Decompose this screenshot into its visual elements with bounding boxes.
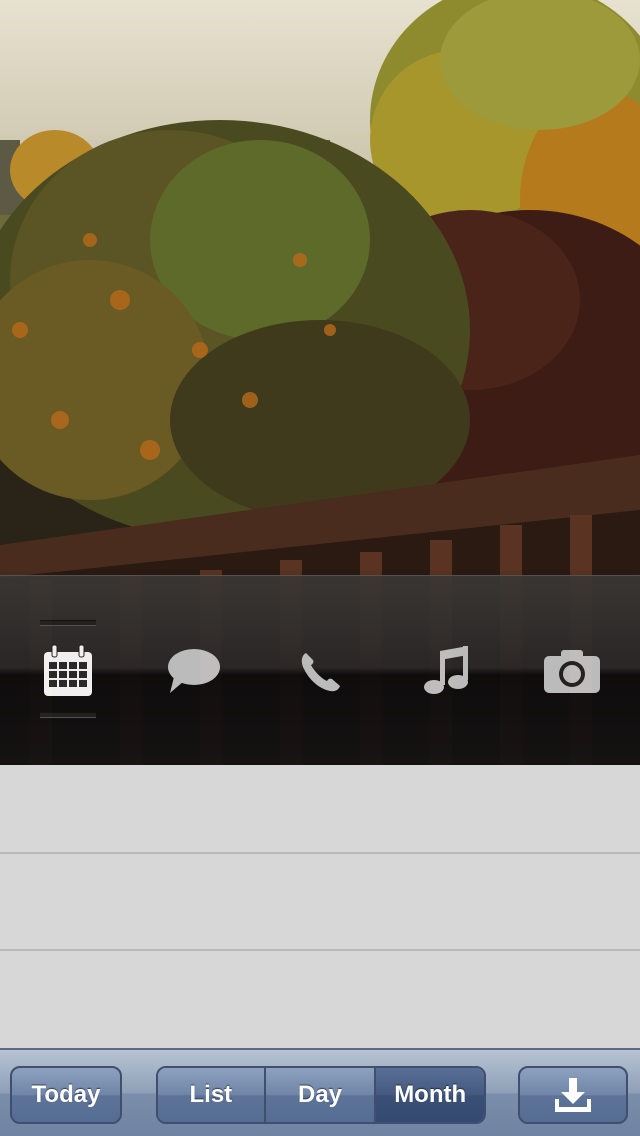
music-app-button[interactable] xyxy=(391,606,501,736)
download-icon xyxy=(555,1078,591,1112)
row-divider xyxy=(0,852,640,854)
segment-list[interactable]: List xyxy=(158,1068,266,1122)
app-switcher-tray xyxy=(0,575,640,766)
row-divider xyxy=(0,949,640,951)
speech-bubble-icon xyxy=(168,649,220,693)
messages-app-button[interactable] xyxy=(139,606,249,736)
event-list[interactable] xyxy=(0,765,640,1048)
today-button[interactable]: Today xyxy=(10,1066,122,1124)
bottom-toolbar: Today List Day Month xyxy=(0,1048,640,1136)
calendar-app-button[interactable] xyxy=(13,606,123,736)
phone-icon xyxy=(301,653,340,692)
camera-icon xyxy=(544,650,600,693)
phone-app-button[interactable] xyxy=(265,606,375,736)
view-segmented-control: List Day Month xyxy=(156,1066,486,1124)
music-note-icon xyxy=(424,646,468,694)
download-button[interactable] xyxy=(518,1066,628,1124)
camera-app-button[interactable] xyxy=(517,606,627,736)
segment-day[interactable]: Day xyxy=(265,1068,377,1122)
segment-month[interactable]: Month xyxy=(376,1068,484,1122)
calendar-icon xyxy=(44,644,92,696)
